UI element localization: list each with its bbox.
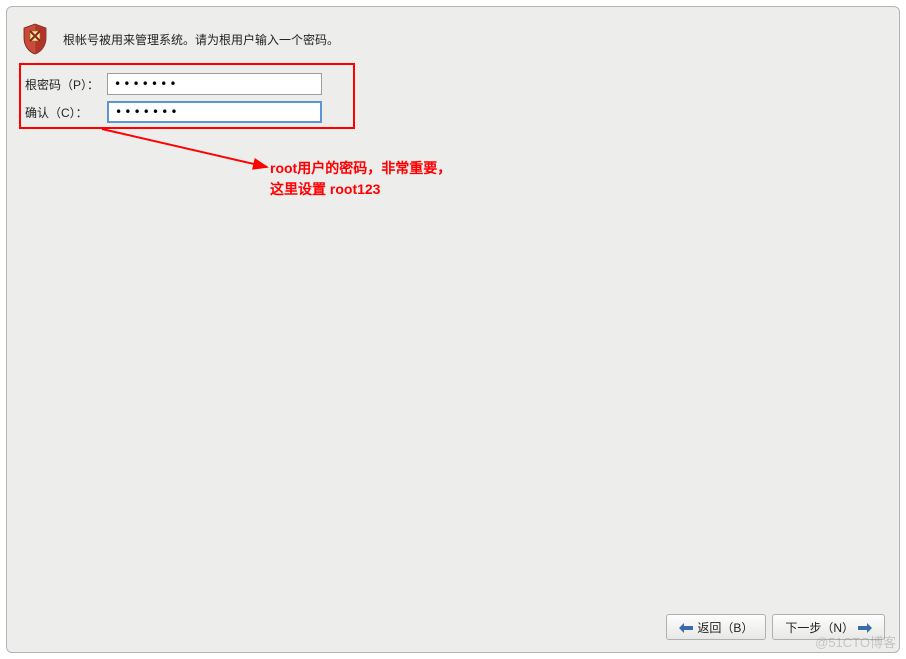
confirm-password-input[interactable] xyxy=(107,101,322,123)
arrow-right-icon xyxy=(858,622,872,632)
password-form: 根密码（P）： 确认（C）： xyxy=(7,63,899,139)
dialog-header: 根帐号被用来管理系统。请为根用户输入一个密码。 xyxy=(7,7,899,63)
dialog-footer: 返回（B） 下一步（N） xyxy=(666,614,885,640)
password-row: 根密码（P）： xyxy=(25,73,881,95)
root-password-input[interactable] xyxy=(107,73,322,95)
next-button-label: 下一步（N） xyxy=(785,619,854,636)
back-button-label: 返回（B） xyxy=(697,619,753,636)
confirm-label: 确认（C）： xyxy=(25,104,107,121)
back-button[interactable]: 返回（B） xyxy=(666,614,766,640)
next-button[interactable]: 下一步（N） xyxy=(772,614,885,640)
confirm-row: 确认（C）： xyxy=(25,101,881,123)
annotation-line-2: 这里设置 root123 xyxy=(270,179,451,200)
arrow-left-icon xyxy=(679,622,693,632)
instruction-text: 根帐号被用来管理系统。请为根用户输入一个密码。 xyxy=(63,31,339,48)
password-label: 根密码（P）： xyxy=(25,76,107,93)
annotation-line-1: root用户的密码，非常重要， xyxy=(270,158,451,179)
root-password-dialog: 根帐号被用来管理系统。请为根用户输入一个密码。 根密码（P）： 确认（C）： r… xyxy=(6,6,900,653)
shield-icon xyxy=(21,23,49,55)
annotation-text: root用户的密码，非常重要， 这里设置 root123 xyxy=(270,158,451,200)
